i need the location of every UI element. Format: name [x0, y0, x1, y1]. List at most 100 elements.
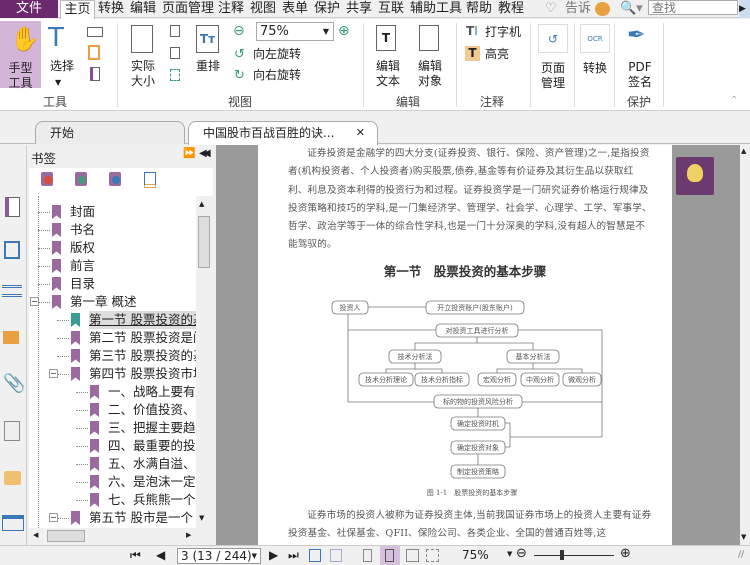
tab-share[interactable]: 共享 — [346, 0, 372, 18]
edit-text-button[interactable]: 编辑 文本 — [372, 59, 404, 89]
form-icon[interactable] — [90, 67, 100, 81]
next-view-icon[interactable] — [330, 549, 342, 562]
zoom-select[interactable]: 75% ▼ — [256, 22, 334, 41]
bookmark-item[interactable]: 第一节 股票投资的基本步骤 — [29, 311, 196, 329]
chevron-down-icon[interactable]: ▼ — [507, 550, 512, 558]
convert-button[interactable]: 转换 — [580, 61, 610, 76]
tab-view[interactable]: 视图 — [250, 0, 276, 18]
tab-connect[interactable]: 互联 — [378, 0, 404, 18]
fit-page-icon[interactable] — [170, 25, 180, 37]
bookmark-item[interactable]: 六、是泡沫一定会 — [29, 473, 196, 491]
bookmark-item[interactable]: 书名 — [29, 221, 196, 239]
pdf-sign-button[interactable]: PDF 签名 — [624, 60, 656, 90]
actual-size-button[interactable]: 实际 大小 — [126, 59, 160, 89]
bookmark-options-icon[interactable] — [144, 172, 156, 188]
previous-page-icon[interactable]: ◀ — [156, 548, 165, 562]
collapse-sidebar-icon[interactable]: ◀ — [203, 148, 211, 159]
continuous-page-button[interactable] — [380, 546, 400, 565]
bookmarks-icon[interactable] — [5, 197, 20, 217]
tab-help[interactable]: 帮助 — [466, 0, 492, 18]
delete-bookmark-icon[interactable] — [41, 172, 53, 186]
tell-me[interactable]: 告诉 — [565, 0, 591, 18]
snapshot-icon[interactable] — [87, 27, 103, 37]
scroll-up-icon[interactable]: ▲ — [741, 147, 746, 155]
tab-accessibility[interactable]: 辅助工具 — [410, 0, 462, 18]
typewriter-button[interactable]: 打字机 — [485, 25, 521, 40]
search-go-icon[interactable]: ▶ — [739, 0, 750, 18]
rotate-right-button[interactable]: 向右旋转 — [253, 68, 301, 83]
fit-width-icon[interactable] — [170, 47, 180, 59]
zoom-slider[interactable] — [534, 555, 614, 556]
rotate-left-button[interactable]: 向左旋转 — [253, 47, 301, 62]
reflow-button[interactable]: 重排 — [193, 59, 223, 74]
first-page-icon[interactable]: ⏮ — [130, 548, 141, 563]
facing-page-icon[interactable] — [406, 549, 419, 562]
scroll-right-icon[interactable]: ▶ — [186, 531, 191, 539]
tab-home[interactable]: 主页 — [60, 0, 95, 19]
lightbulb-icon[interactable]: ♡ — [545, 0, 557, 18]
zoom-slider-thumb[interactable] — [560, 550, 564, 560]
single-page-icon[interactable] — [363, 549, 372, 562]
collapse-toggle-icon[interactable]: − — [49, 513, 58, 522]
tab-page-manage[interactable]: 页面管理 — [162, 0, 214, 18]
bookmark-item[interactable]: 封面 — [29, 203, 196, 221]
fit-visible-icon[interactable] — [170, 69, 180, 81]
bookmark-item[interactable]: 二、价值投资、用 — [29, 401, 196, 419]
form-fields-icon[interactable] — [2, 515, 24, 531]
layers-icon[interactable] — [2, 285, 22, 297]
zoom-out-icon[interactable]: ⊖ — [516, 546, 527, 561]
search-options-icon[interactable]: 🔍▾ — [620, 0, 643, 18]
zoom-in-icon[interactable]: ⊕ — [620, 546, 631, 561]
scroll-up-icon[interactable]: ▲ — [199, 200, 204, 208]
heart-icon[interactable] — [595, 2, 610, 16]
close-icon[interactable]: ✕ — [356, 122, 365, 144]
edit-object-button[interactable]: 编辑 对象 — [413, 59, 447, 89]
expand-panel-icon[interactable]: ⏩ — [183, 148, 195, 159]
zoom-level[interactable]: 75% — [462, 548, 489, 562]
scroll-thumb[interactable] — [198, 216, 210, 268]
bookmark-item[interactable]: − 第四节 股票投资市场 — [29, 365, 196, 383]
clipboard-icon[interactable] — [88, 45, 100, 60]
next-page-icon[interactable]: ▶ — [269, 548, 278, 562]
scroll-thumb[interactable] — [47, 530, 85, 542]
collapse-ribbon-icon[interactable]: ⌃ — [730, 95, 738, 106]
tab-document[interactable]: 中国股市百战百胜的诀... ✕ — [188, 121, 378, 145]
signature-icon[interactable] — [4, 421, 20, 441]
attachment-icon[interactable]: 📎 — [3, 373, 25, 394]
bookmark-item[interactable]: − 第一章 概述 — [29, 293, 196, 311]
search-input[interactable] — [648, 0, 738, 15]
bookmark-item[interactable]: 目录 — [29, 275, 196, 293]
tab-start[interactable]: 开始 — [35, 121, 185, 144]
scroll-left-icon[interactable]: ◀ — [33, 531, 38, 539]
document-scrollbar[interactable]: ▲ ▼ — [740, 145, 750, 545]
tab-form[interactable]: 表单 — [282, 0, 308, 18]
scroll-down-icon[interactable]: ▼ — [199, 514, 204, 522]
bookmark-item[interactable]: 七、兵熊熊一个将 — [29, 491, 196, 509]
add-child-bookmark-icon[interactable] — [109, 172, 121, 186]
page-manage-button[interactable]: 页面 管理 — [533, 61, 573, 91]
previous-view-icon[interactable] — [309, 549, 321, 562]
add-bookmark-icon[interactable] — [75, 172, 87, 186]
tab-convert[interactable]: 转换 — [98, 0, 124, 18]
bookmark-item[interactable]: 五、水满自溢、月 — [29, 455, 196, 473]
tab-protect[interactable]: 保护 — [314, 0, 340, 18]
bookmark-item[interactable]: 前言 — [29, 257, 196, 275]
highlight-button[interactable]: 高亮 — [485, 47, 509, 62]
select-dropdown-icon[interactable]: ▼ — [55, 75, 61, 90]
pages-icon[interactable] — [4, 241, 20, 259]
file-menu[interactable]: 文件 — [0, 0, 58, 18]
bookmark-item[interactable]: 四、最重要的投资 — [29, 437, 196, 455]
tab-comment[interactable]: 注释 — [218, 0, 244, 18]
tab-edit[interactable]: 编辑 — [130, 0, 156, 18]
bookmark-item[interactable]: − 第五节 股市是一个 — [29, 509, 196, 527]
bookmark-vertical-scrollbar[interactable]: ▲ ▼ — [196, 196, 212, 528]
collapse-toggle-icon[interactable]: − — [49, 369, 58, 378]
zoom-out-icon[interactable]: ⊖ — [233, 23, 245, 39]
select-button[interactable]: 选择 — [47, 59, 77, 74]
bookmark-item[interactable]: 第二节 股票投资是门学问 — [29, 329, 196, 347]
page-number-input[interactable]: 3 (13 / 244) ▼ — [177, 548, 261, 564]
bookmark-item[interactable]: 版权 — [29, 239, 196, 257]
resize-grip-icon[interactable]: // — [738, 550, 744, 560]
zoom-in-icon[interactable]: ⊕ — [338, 23, 350, 39]
tab-tutorial[interactable]: 教程 — [498, 0, 524, 18]
